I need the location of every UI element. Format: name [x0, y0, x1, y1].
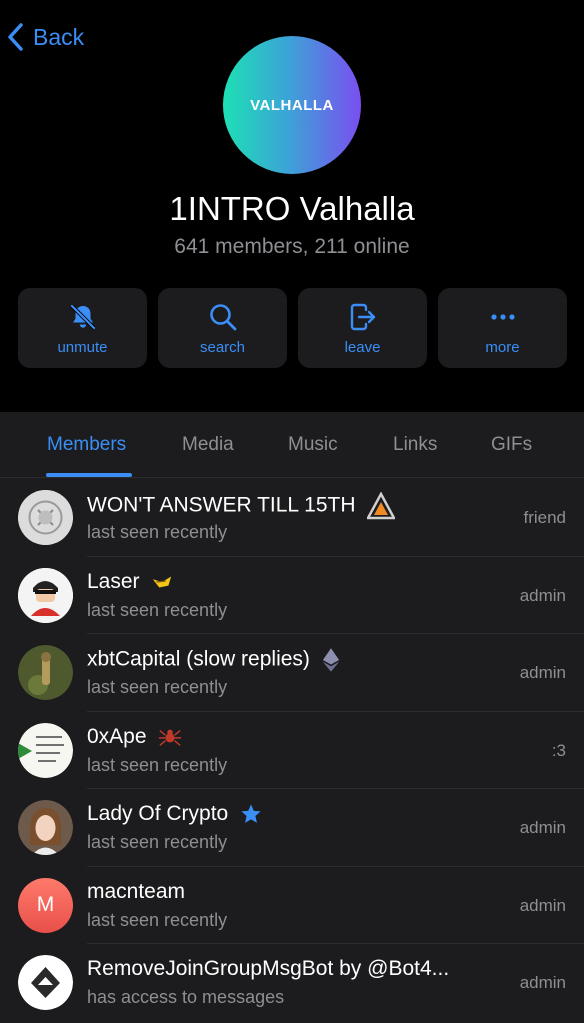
member-avatar	[18, 722, 73, 778]
member-role: admin	[519, 663, 566, 682]
member-list: WON'T ANSWER TILL 15TH last seen recentl…	[0, 479, 584, 1022]
tab-links[interactable]: Links	[393, 434, 437, 456]
member-row[interactable]: WON'T ANSWER TILL 15TH last seen recentl…	[0, 479, 584, 557]
chevron-left-icon	[8, 23, 23, 51]
member-role: :3	[551, 740, 566, 760]
member-name: macnteam	[87, 879, 186, 903]
action-bar: unmute search leave more	[18, 288, 567, 368]
member-avatar	[18, 490, 73, 545]
search-label: search	[199, 338, 246, 356]
member-status: last seen recently	[87, 522, 228, 542]
member-name: Laser	[87, 569, 140, 593]
member-status: last seen recently	[87, 677, 228, 697]
group-title: 1INTRO Valhalla	[169, 190, 415, 227]
member-role: admin	[519, 973, 566, 992]
member-status: last seen recently	[87, 599, 228, 620]
member-name: Lady Of Crypto	[87, 802, 229, 825]
back-button[interactable]: Back	[6, 22, 84, 52]
leave-icon	[350, 303, 375, 330]
members-panel: Members Media Music Links GIFs WON'T ANS…	[0, 412, 584, 1023]
member-avatar	[18, 645, 73, 700]
member-name: RemoveJoinGroupMsgBot by @Bot4...	[87, 957, 450, 980]
member-name-wrap: Laser	[87, 570, 173, 594]
triangle-logo-icon	[367, 492, 396, 520]
more-label: more	[485, 338, 520, 356]
member-status: last seen recently	[87, 832, 228, 852]
member-status: has access to messages	[87, 987, 285, 1007]
tab-music[interactable]: Music	[288, 434, 338, 456]
member-name: xbtCapital (slow replies)	[87, 647, 310, 671]
bell-slash-icon	[70, 304, 95, 329]
member-row[interactable]: Lady Of Crypto last seen recently admin	[0, 789, 584, 867]
member-avatar	[18, 800, 73, 855]
member-name-wrap: xbtCapital (slow replies)	[87, 647, 340, 673]
group-avatar-text: VALHALLA	[250, 96, 334, 114]
active-tab-indicator	[46, 473, 132, 477]
member-role: admin	[519, 895, 566, 915]
unmute-button[interactable]: unmute	[18, 288, 147, 368]
laser-emoji-icon	[153, 576, 172, 588]
more-button[interactable]: more	[438, 288, 567, 368]
member-row[interactable]: xbtCapital (slow replies) last seen rece…	[0, 634, 584, 712]
unmute-label: unmute	[57, 338, 108, 356]
member-role: admin	[519, 585, 566, 605]
group-subtitle: 641 members, 211 online	[174, 235, 410, 258]
member-name-wrap: macnteam	[87, 880, 185, 904]
more-icon	[490, 313, 515, 320]
member-role: admin	[519, 818, 566, 837]
member-role: friend	[523, 508, 566, 527]
member-status: last seen recently	[87, 909, 228, 930]
member-status: last seen recently	[87, 754, 228, 775]
member-name-wrap: 0xApe	[87, 725, 182, 749]
member-row[interactable]: M macnteam last seen recently admin	[0, 867, 584, 944]
tab-bar: Members Media Music Links GIFs	[0, 412, 584, 478]
spider-icon	[159, 729, 182, 746]
member-avatar	[18, 955, 73, 1010]
member-row[interactable]: Laser last seen recently admin	[0, 557, 584, 634]
tab-media[interactable]: Media	[182, 434, 234, 456]
leave-button[interactable]: leave	[298, 288, 427, 368]
verified-star-icon	[241, 804, 261, 824]
ethereum-icon	[322, 648, 339, 672]
search-icon	[209, 303, 236, 330]
group-avatar[interactable]: VALHALLA	[223, 36, 361, 174]
member-avatar: M	[18, 877, 73, 933]
back-label: Back	[33, 23, 85, 50]
member-row[interactable]: RemoveJoinGroupMsgBot by @Bot4... has ac…	[0, 944, 584, 1022]
tab-gifs[interactable]: GIFs	[491, 434, 532, 456]
search-button[interactable]: search	[158, 288, 287, 368]
leave-label: leave	[344, 338, 381, 356]
member-row[interactable]: 0xApe last seen recently :3	[0, 712, 584, 789]
member-name-wrap: Lady Of Crypto	[87, 802, 262, 826]
member-name-wrap: RemoveJoinGroupMsgBot by @Bot4...	[87, 957, 449, 981]
member-name-wrap: WON'T ANSWER TILL 15TH	[87, 492, 396, 520]
member-name: WON'T ANSWER TILL 15TH	[87, 493, 356, 517]
member-name: 0xApe	[87, 724, 147, 748]
avatar-letter: M	[36, 893, 55, 916]
tab-members[interactable]: Members	[47, 434, 126, 456]
member-avatar	[18, 567, 73, 623]
